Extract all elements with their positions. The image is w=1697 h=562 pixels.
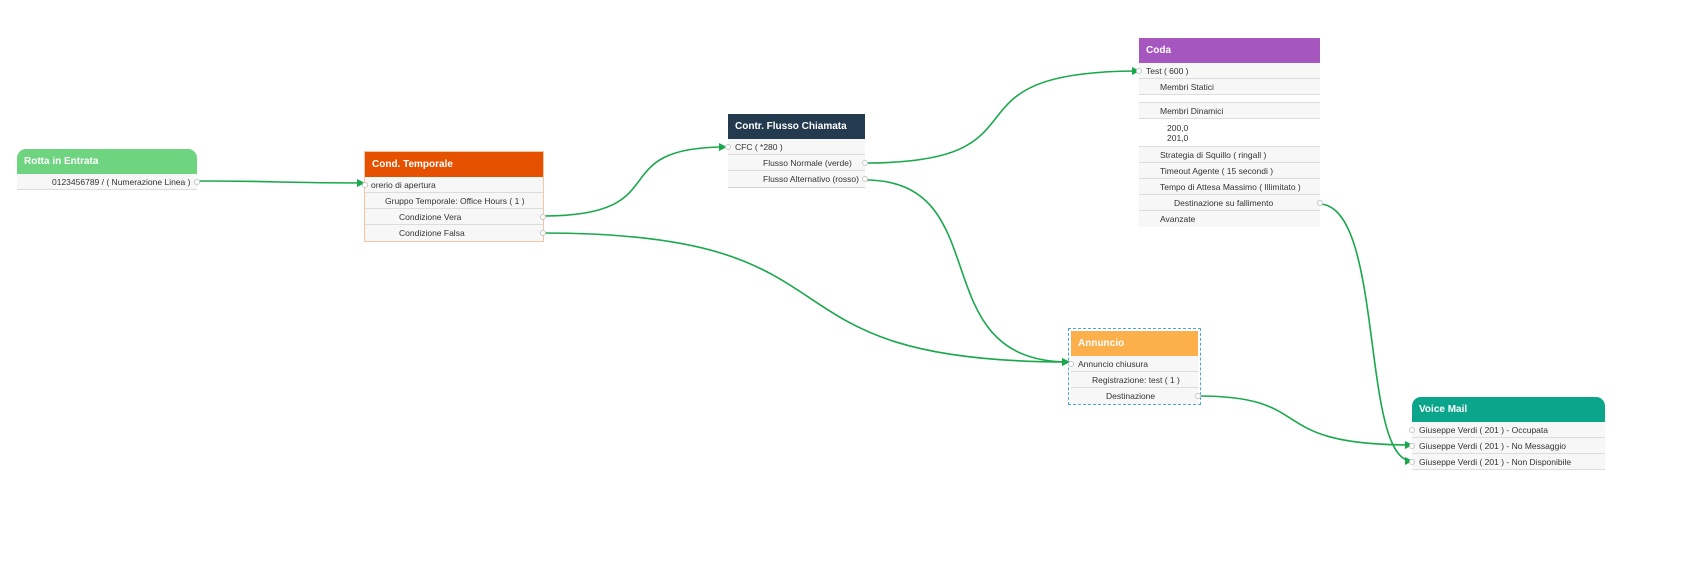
- node-row[interactable]: Destinazione: [1071, 388, 1201, 404]
- row-label: Giuseppe Verdi ( 201 ) - Non Disponibile: [1419, 457, 1572, 467]
- output-port[interactable]: [540, 214, 546, 220]
- node-row[interactable]: Condizione Vera: [365, 209, 546, 225]
- output-port[interactable]: [1317, 200, 1323, 206]
- node-title: Contr. Flusso Chiamata: [728, 114, 865, 139]
- node-row[interactable]: CFC ( *280 ): [725, 139, 865, 155]
- output-port[interactable]: [194, 179, 200, 185]
- row-label: Avanzate: [1160, 214, 1196, 224]
- node-title: Rotta in Entrata: [17, 149, 197, 174]
- node-row[interactable]: Flusso Normale (verde): [728, 155, 868, 171]
- output-port[interactable]: [862, 176, 868, 182]
- row-label: 0123456789 / ( Numerazione Linea ): [52, 177, 191, 187]
- output-port[interactable]: [1195, 393, 1201, 399]
- node-voice-mail[interactable]: Voice Mail Giuseppe Verdi ( 201 ) - Occu…: [1409, 397, 1605, 470]
- node-row[interactable]: 0123456789 / ( Numerazione Linea ): [17, 174, 200, 190]
- row-label: Flusso Normale (verde): [763, 158, 852, 168]
- node-coda[interactable]: Coda Test ( 600 ) Membri Statici Membri …: [1136, 38, 1323, 227]
- row-label: Timeout Agente ( 15 secondi ): [1160, 166, 1274, 176]
- row-label: Strategia di Squillo ( ringall ): [1160, 150, 1267, 160]
- row-label: orerio di apertura: [371, 180, 436, 190]
- node-row: Strategia di Squillo ( ringall ): [1139, 147, 1320, 163]
- row-label: Condizione Vera: [399, 212, 462, 222]
- node-title: Cond. Temporale: [365, 152, 543, 177]
- wire-destinazione-to-voicemail: [1197, 395, 1413, 449]
- wire-falsa-to-annuncio: [542, 232, 1070, 366]
- node-row[interactable]: Giuseppe Verdi ( 201 ) - Occupata: [1409, 422, 1605, 438]
- input-port[interactable]: [1409, 459, 1415, 465]
- member-value: 201,0: [1167, 133, 1189, 143]
- node-row[interactable]: Destinazione su fallimento: [1139, 195, 1323, 211]
- node-row[interactable]: Giuseppe Verdi ( 201 ) - Non Disponibile: [1409, 454, 1605, 470]
- wire-alternativo-to-annuncio: [864, 179, 1070, 366]
- node-row: Timeout Agente ( 15 secondi ): [1139, 163, 1320, 179]
- connection-wires: [196, 67, 1413, 465]
- node-row[interactable]: Test ( 600 ): [1136, 63, 1320, 79]
- node-row: Gruppo Temporale: Office Hours ( 1 ): [365, 193, 543, 209]
- row-label: Destinazione su fallimento: [1174, 198, 1274, 208]
- node-rotta-in-entrata[interactable]: Rotta in Entrata 0123456789 / ( Numerazi…: [17, 149, 200, 190]
- row-label: Test ( 600 ): [1146, 66, 1189, 76]
- node-row: Membri Dinamici: [1139, 103, 1320, 119]
- input-port[interactable]: [1409, 427, 1415, 433]
- node-cond-temporale[interactable]: Cond. Temporale orerio di apertura Grupp…: [362, 151, 546, 242]
- node-title: Coda: [1139, 38, 1320, 63]
- input-port[interactable]: [1068, 361, 1074, 367]
- node-row-members: 200,0 201,0: [1139, 119, 1320, 147]
- node-title: Voice Mail: [1412, 397, 1605, 422]
- row-label: Condizione Falsa: [399, 228, 465, 238]
- wire-rotta-to-temporale: [196, 178, 365, 187]
- row-label: Giuseppe Verdi ( 201 ) - Occupata: [1419, 425, 1548, 435]
- row-label: Membri Statici: [1160, 82, 1214, 92]
- row-label: Tempo di Attesa Massimo ( Illimitato ): [1160, 182, 1301, 192]
- node-title: Annuncio: [1071, 331, 1198, 356]
- node-row[interactable]: Avanzate: [1139, 211, 1320, 227]
- node-row: Registrazione: test ( 1 ): [1071, 372, 1198, 388]
- input-port[interactable]: [725, 144, 731, 150]
- input-port[interactable]: [1409, 443, 1415, 449]
- wire-vera-to-flusso: [542, 143, 727, 217]
- row-label: Annuncio chiusura: [1078, 359, 1148, 369]
- node-row[interactable]: Annuncio chiusura: [1068, 356, 1198, 372]
- wire-normale-to-coda: [864, 67, 1140, 164]
- row-label: Destinazione: [1106, 391, 1156, 401]
- node-row[interactable]: Condizione Falsa: [365, 225, 546, 241]
- row-label: Registrazione: test ( 1 ): [1092, 375, 1180, 385]
- wire-fallimento-to-voicemail: [1318, 203, 1413, 465]
- input-port[interactable]: [362, 182, 368, 188]
- row-label: Flusso Alternativo (rosso): [763, 174, 859, 184]
- node-contr-flusso-chiamata[interactable]: Contr. Flusso Chiamata CFC ( *280 ) Flus…: [725, 114, 868, 188]
- node-row[interactable]: Flusso Alternativo (rosso): [728, 171, 868, 187]
- node-row[interactable]: Giuseppe Verdi ( 201 ) - No Messaggio: [1409, 438, 1605, 454]
- member-value: 200,0: [1167, 123, 1189, 133]
- row-label: Membri Dinamici: [1160, 106, 1224, 116]
- node-annuncio[interactable]: Annuncio Annuncio chiusura Registrazione…: [1068, 328, 1201, 405]
- output-port[interactable]: [862, 160, 868, 166]
- node-row[interactable]: orerio di apertura: [362, 177, 543, 193]
- node-row-empty: [1139, 95, 1320, 103]
- row-label: Gruppo Temporale: Office Hours ( 1 ): [385, 196, 525, 206]
- row-label: Giuseppe Verdi ( 201 ) - No Messaggio: [1419, 441, 1566, 451]
- node-row: Membri Statici: [1139, 79, 1320, 95]
- input-port[interactable]: [1136, 68, 1142, 74]
- output-port[interactable]: [540, 230, 546, 236]
- node-row: Tempo di Attesa Massimo ( Illimitato ): [1139, 179, 1320, 195]
- row-label: CFC ( *280 ): [735, 142, 783, 152]
